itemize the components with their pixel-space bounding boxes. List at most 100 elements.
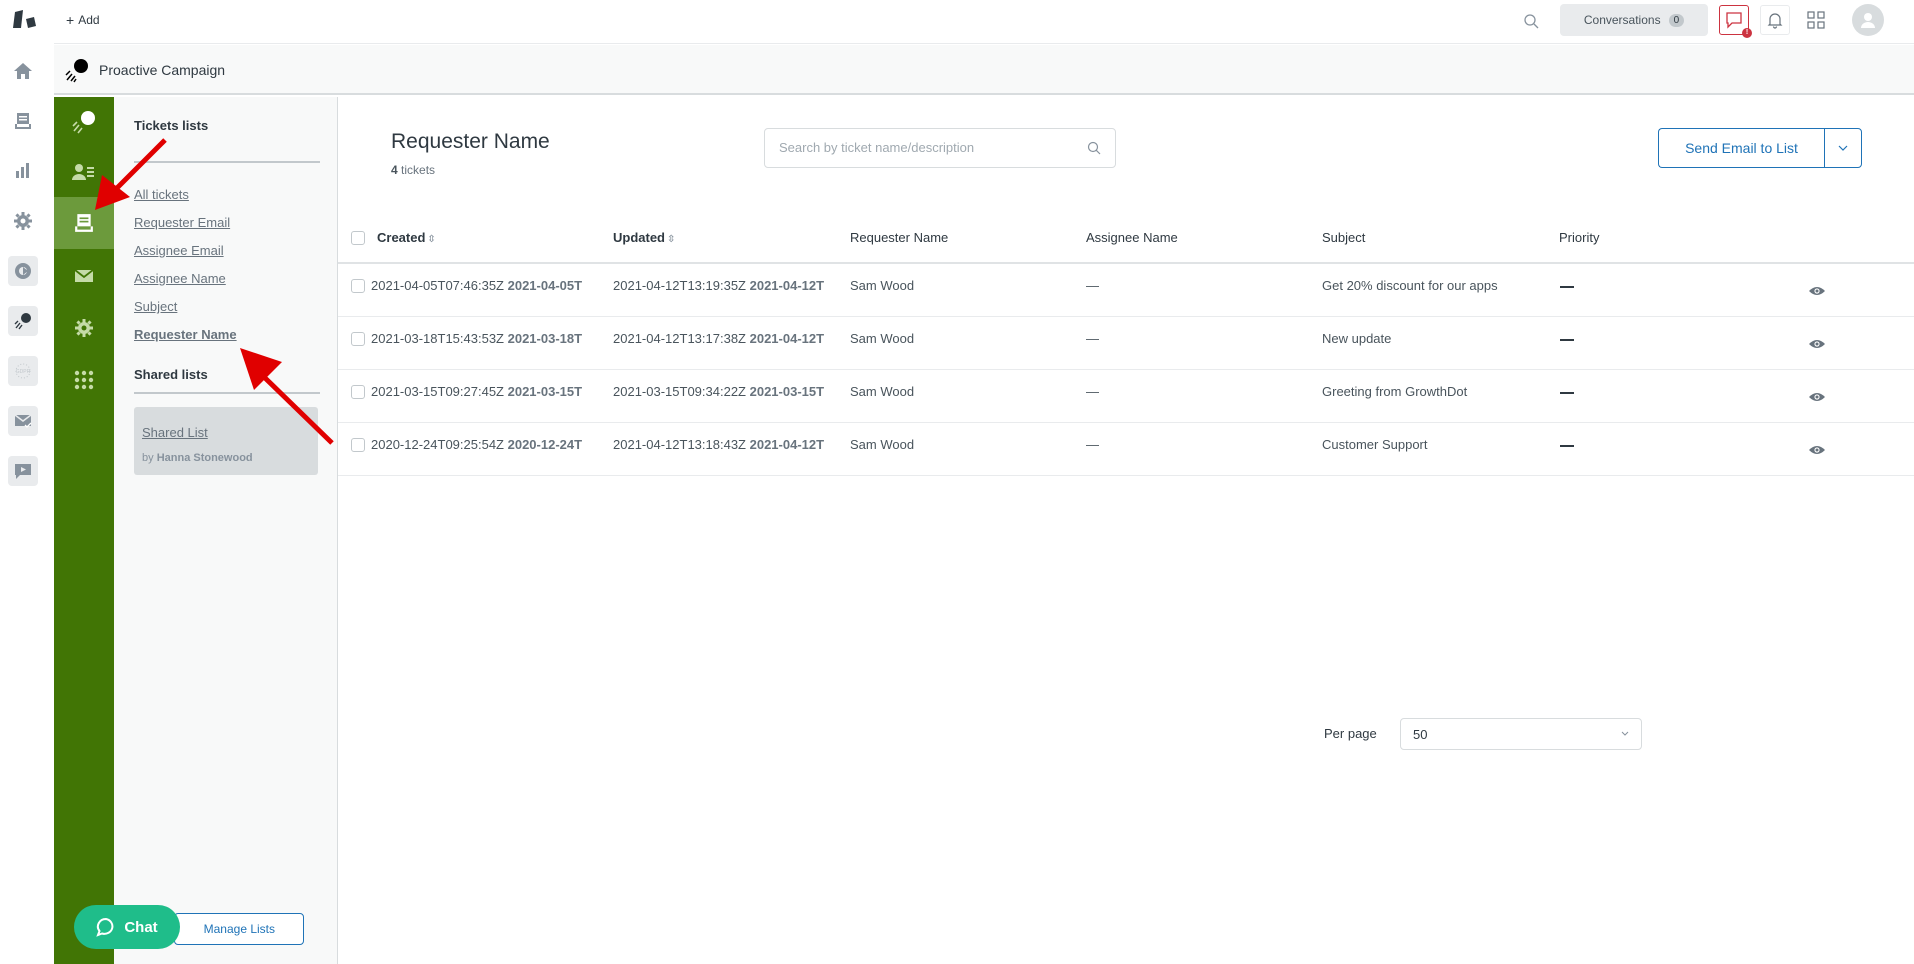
created-date: 2021-04-05T <box>507 278 583 293</box>
priority-empty-indicator <box>1560 392 1574 394</box>
row-checkbox[interactable] <box>351 279 365 293</box>
shared-lists-heading: Shared lists <box>134 367 208 382</box>
chat-bubble-icon <box>1726 12 1742 29</box>
chevron-down-icon <box>1838 145 1848 151</box>
product-tray-icon[interactable] <box>1807 11 1825 29</box>
list-link-requester-name[interactable]: Requester Name <box>134 327 237 342</box>
list-link-all-tickets[interactable]: All tickets <box>134 187 189 202</box>
conversations-count-badge: 0 <box>1668 13 1685 27</box>
table-row[interactable]: 2020-12-24T09:25:54Z 2020-12-24T 2021-04-… <box>338 423 1914 476</box>
admin-gear-icon[interactable] <box>8 206 38 236</box>
view-eye-icon[interactable] <box>1808 443 1826 457</box>
sort-icon[interactable]: ⇳ <box>667 234 675 245</box>
gdpr-icon[interactable]: GDPR <box>8 356 38 386</box>
row-checkbox[interactable] <box>351 385 365 399</box>
email-icon <box>74 269 94 282</box>
proactive-campaign-icon[interactable] <box>8 306 38 336</box>
column-header-assignee-name: Assignee Name <box>1086 230 1178 245</box>
add-label: Add <box>78 13 100 27</box>
manage-lists-button[interactable]: Manage Lists <box>174 913 304 945</box>
created-date: 2021-03-15T <box>507 384 583 399</box>
chat-widget-button[interactable]: Chat <box>74 905 180 949</box>
by-prefix: by <box>142 452 154 464</box>
list-link-assignee-email[interactable]: Assignee Email <box>134 243 224 258</box>
top-bar: + Add Conversations 0 ! <box>54 0 1914 44</box>
sidebar-item-campaign[interactable] <box>54 97 114 147</box>
requester-name-cell: Sam Wood <box>850 331 915 346</box>
sidebar-item-apps[interactable] <box>54 355 114 405</box>
created-date: 2021-03-18T <box>507 331 583 346</box>
reporting-icon[interactable] <box>8 156 38 186</box>
chat-notification-button[interactable]: ! <box>1719 5 1752 38</box>
assignee-name-cell: — <box>1086 437 1099 452</box>
shared-list-link[interactable]: Shared List <box>142 425 208 440</box>
divider <box>134 161 320 163</box>
app-icon[interactable] <box>8 256 38 286</box>
view-eye-icon[interactable] <box>1808 337 1826 351</box>
app-title: Proactive Campaign <box>99 62 226 78</box>
proactive-campaign-logo-icon <box>65 59 88 83</box>
select-all-checkbox[interactable] <box>351 231 365 245</box>
shared-list-card[interactable]: Shared List by Hanna Stonewood <box>134 407 318 475</box>
add-button[interactable]: + Add <box>66 12 100 28</box>
created-value: 2021-03-15T09:27:45Z <box>371 384 504 399</box>
updated-value: 2021-04-12T13:17:38Z <box>613 331 746 346</box>
updated-cell: 2021-04-12T13:19:35Z 2021-04-12T <box>613 278 824 293</box>
bell-icon <box>1767 13 1783 29</box>
updated-cell: 2021-04-12T13:17:38Z 2021-04-12T <box>613 331 824 346</box>
updated-date: 2021-04-12T <box>749 278 825 293</box>
table-row[interactable]: 2021-04-05T07:46:35Z 2021-04-05T 2021-04-… <box>338 264 1914 317</box>
contacts-icon <box>72 164 94 180</box>
home-icon[interactable] <box>8 56 38 86</box>
view-eye-icon[interactable] <box>1808 284 1826 298</box>
author-name: Hanna Stonewood <box>156 452 253 464</box>
priority-empty-indicator <box>1560 445 1574 447</box>
conversations-button[interactable]: Conversations 0 <box>1560 4 1708 36</box>
per-page-label: Per page <box>1324 726 1377 741</box>
sidebar-item-contacts[interactable] <box>54 147 114 197</box>
table-header-row: Created ⇳ Updated ⇳ Requester Name Assigne… <box>338 218 1914 264</box>
tickets-icon[interactable] <box>8 106 38 136</box>
ticket-search[interactable] <box>764 128 1116 168</box>
subject-cell: Get 20% discount for our apps <box>1322 278 1498 293</box>
search-input[interactable] <box>779 140 1069 155</box>
video-app-icon[interactable] <box>8 456 38 486</box>
tickets-lists-heading: Tickets lists <box>134 118 209 133</box>
svg-text:GDPR: GDPR <box>16 369 31 375</box>
list-link-subject[interactable]: Subject <box>134 299 177 314</box>
table-row[interactable]: 2021-03-18T15:43:53Z 2021-03-18T 2021-04-… <box>338 317 1914 370</box>
per-page-select[interactable]: 50 <box>1400 718 1642 750</box>
list-link-assignee-name[interactable]: Assignee Name <box>134 271 226 286</box>
sidebar-item-ticket-lists[interactable] <box>54 197 114 249</box>
priority-empty-indicator <box>1560 339 1574 341</box>
row-checkbox[interactable] <box>351 332 365 346</box>
notifications-button[interactable] <box>1760 5 1790 35</box>
sidebar-item-email[interactable] <box>54 251 114 301</box>
search-icon[interactable] <box>1087 141 1101 155</box>
search-icon[interactable] <box>1522 12 1542 32</box>
column-header-updated[interactable]: Updated ⇳ <box>613 230 675 245</box>
updated-label: Updated <box>613 230 665 245</box>
row-checkbox[interactable] <box>351 438 365 452</box>
subject-cell: Greeting from GrowthDot <box>1322 384 1468 399</box>
user-avatar[interactable] <box>1852 4 1884 36</box>
sort-icon[interactable]: ⇳ <box>427 234 435 245</box>
send-email-options-dropdown[interactable] <box>1824 128 1862 168</box>
apps-grid-icon <box>74 370 94 390</box>
ticket-count: 4 tickets <box>391 163 435 177</box>
product-nav-rail: GDPR <box>0 0 54 964</box>
created-cell: 2021-04-05T07:46:35Z 2021-04-05T <box>371 278 582 293</box>
send-email-to-list-button[interactable]: Send Email to List <box>1658 128 1824 168</box>
zendesk-logo-icon[interactable] <box>12 8 40 32</box>
requester-name-cell: Sam Wood <box>850 278 915 293</box>
view-eye-icon[interactable] <box>1808 390 1826 404</box>
ticket-count-suffix: tickets <box>401 163 436 177</box>
table-body: 2021-04-05T07:46:35Z 2021-04-05T 2021-04-… <box>338 264 1914 476</box>
list-link-requester-email[interactable]: Requester Email <box>134 215 230 230</box>
updated-value: 2021-04-12T13:19:35Z <box>613 278 746 293</box>
column-header-created[interactable]: Created ⇳ <box>377 230 436 245</box>
table-row[interactable]: 2021-03-15T09:27:45Z 2021-03-15T 2021-03-… <box>338 370 1914 423</box>
email-app-icon[interactable] <box>8 406 38 436</box>
sidebar-item-settings[interactable] <box>54 303 114 353</box>
created-cell: 2021-03-15T09:27:45Z 2021-03-15T <box>371 384 582 399</box>
